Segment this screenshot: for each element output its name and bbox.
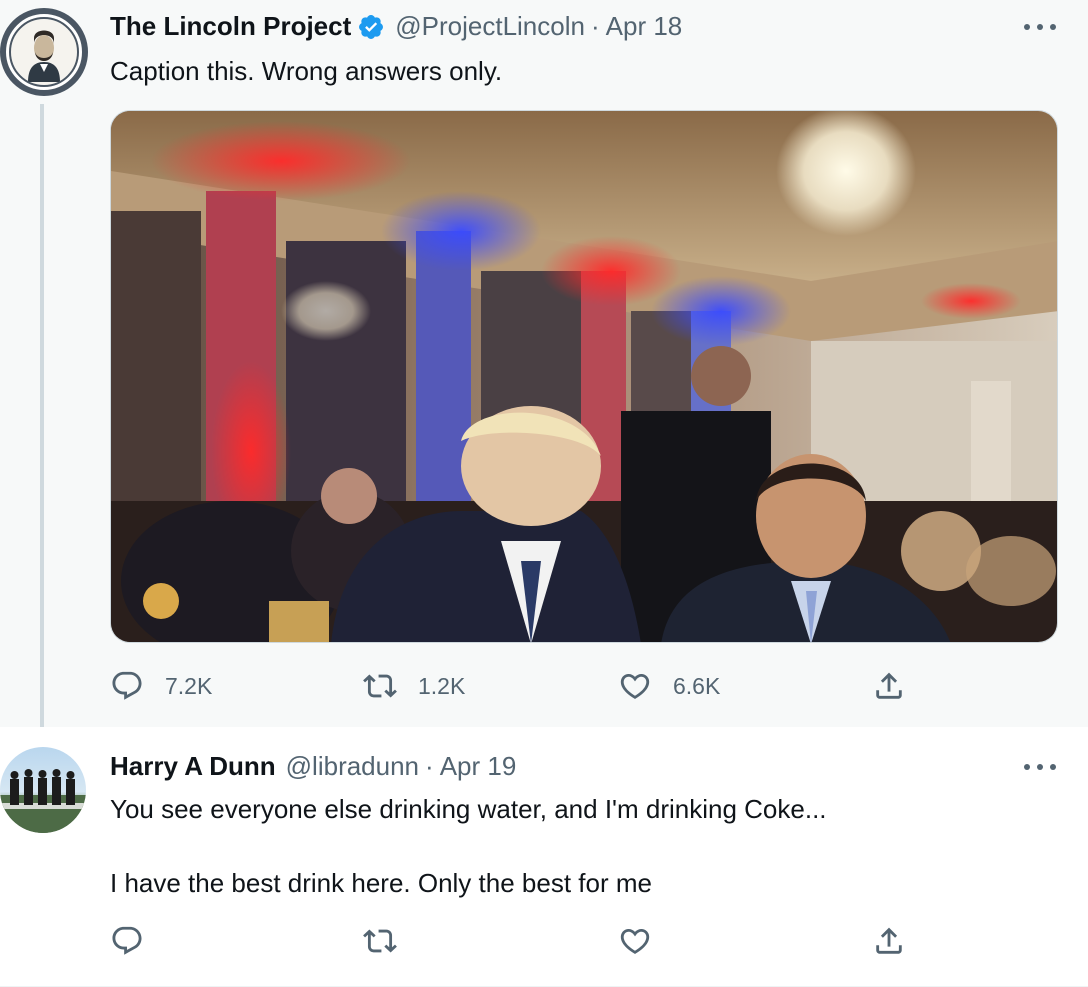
retweet-button[interactable]: 1.2K [363, 666, 465, 706]
verified-badge-icon [359, 14, 384, 39]
tweet-photo[interactable] [110, 110, 1058, 643]
like-icon [620, 673, 650, 699]
like-icon [620, 928, 650, 954]
like-button[interactable] [618, 921, 673, 961]
tweet-date[interactable]: Apr 18 [606, 11, 683, 42]
avatar[interactable] [0, 747, 86, 833]
share-icon [876, 927, 902, 954]
share-button[interactable] [872, 921, 906, 961]
retweet-count: 1.2K [418, 672, 466, 699]
share-icon [876, 672, 902, 699]
separator-dot: · [425, 751, 434, 781]
author-name[interactable]: The Lincoln Project [110, 11, 351, 42]
reply-button[interactable]: 7.2K [110, 666, 212, 706]
like-count: 6.6K [673, 672, 721, 699]
tweet-header: The Lincoln Project @ProjectLincoln · Ap… [110, 11, 682, 42]
separator-dot: · [590, 11, 600, 41]
group-photo-icon [0, 769, 86, 833]
retweet-button[interactable] [363, 921, 418, 961]
thread-connector-line [40, 104, 44, 738]
tweet-text: Caption this. Wrong answers only. [110, 56, 503, 86]
tweet-actions: 7.2K 1.2K 6.6K [110, 666, 910, 706]
author-handle[interactable]: @ProjectLincoln [395, 11, 585, 42]
tweet-header: Harry A Dunn @libradunn · Apr 19 [110, 751, 516, 782]
more-icon[interactable] [1024, 761, 1056, 773]
reply-icon [112, 926, 142, 955]
ballroom-photo-image [111, 111, 1057, 642]
reply-button[interactable] [110, 921, 165, 961]
more-icon[interactable] [1024, 21, 1056, 33]
reply-count: 7.2K [165, 672, 213, 699]
like-button[interactable]: 6.6K [618, 666, 720, 706]
author-handle[interactable]: @libradunn [286, 751, 419, 782]
share-button[interactable] [872, 666, 906, 706]
lincoln-portrait-icon [9, 17, 79, 87]
reply-icon [112, 671, 142, 700]
retweet-icon [363, 929, 397, 953]
tweet-lincoln-project[interactable]: The Lincoln Project @ProjectLincoln · Ap… [0, 0, 1088, 738]
tweet-actions [110, 921, 910, 961]
retweet-icon [363, 674, 397, 698]
author-name[interactable]: Harry A Dunn [110, 751, 276, 782]
tweet-text: You see everyone else drinking water, an… [110, 794, 827, 898]
tweet-date[interactable]: Apr 19 [440, 751, 517, 782]
avatar[interactable] [0, 8, 88, 96]
